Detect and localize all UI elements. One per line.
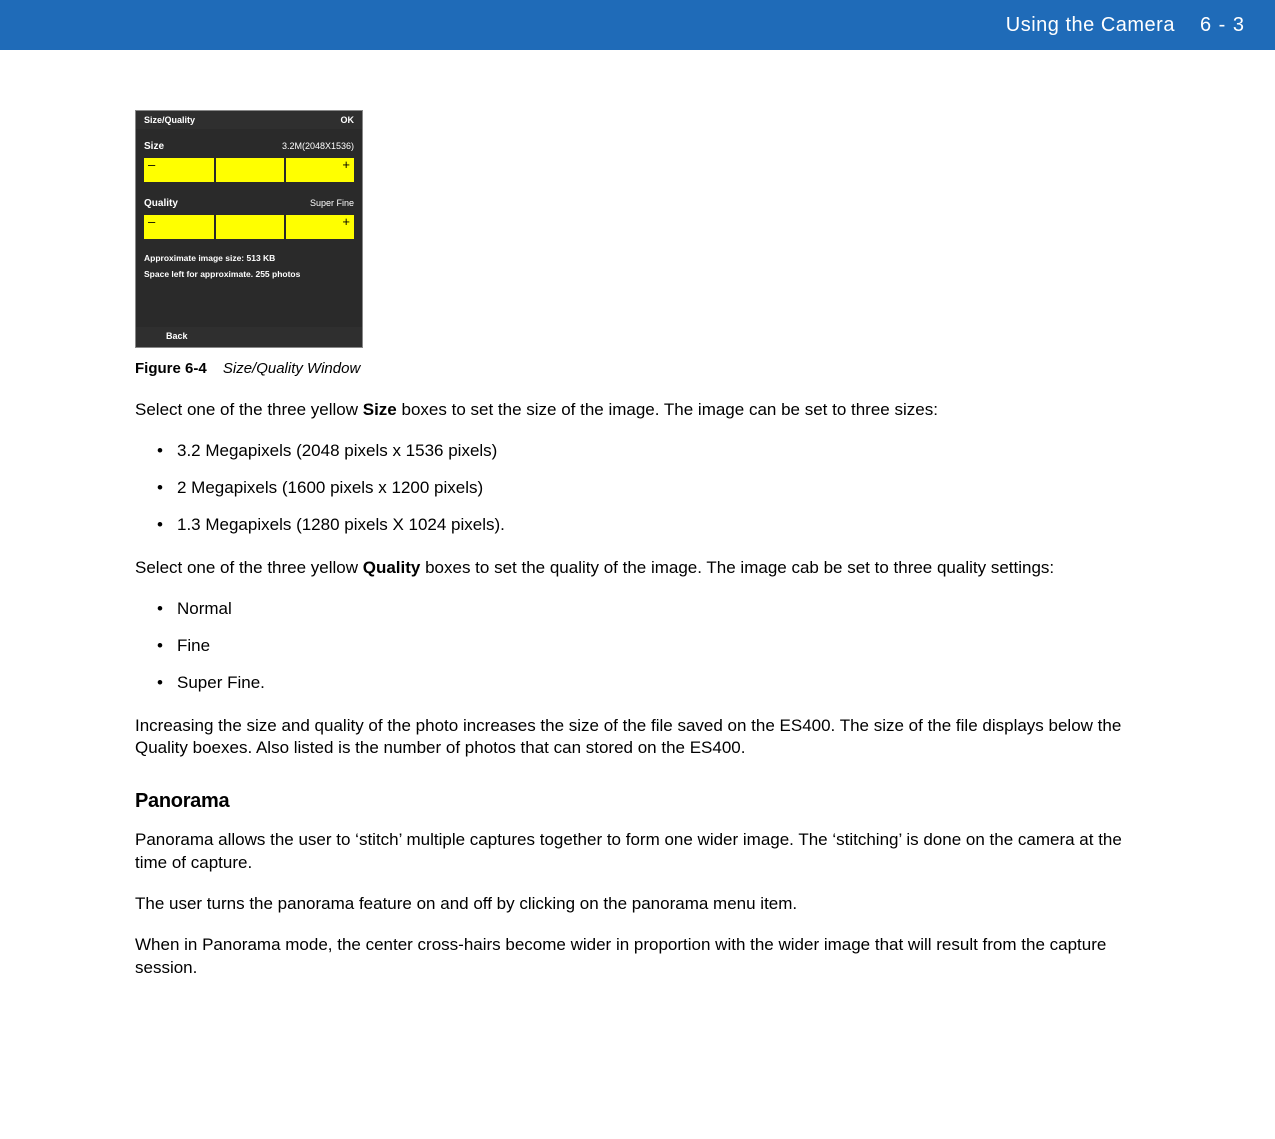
screenshot-body: Size 3.2M(2048X1536) – + Quality Super F… bbox=[136, 129, 362, 327]
screenshot-size-slider-fill: – + bbox=[144, 158, 354, 182]
list-item: 2 Megapixels (1600 pixels x 1200 pixels) bbox=[177, 477, 1135, 500]
figure-label: Figure 6-4 bbox=[135, 360, 207, 377]
figure-title: Size/Quality Window bbox=[223, 360, 360, 377]
list-item: Fine bbox=[177, 635, 1135, 658]
plus-icon: + bbox=[342, 215, 350, 229]
slider-separator bbox=[284, 158, 286, 182]
header-title: Using the Camera bbox=[1006, 14, 1175, 37]
screenshot-ok-button: OK bbox=[341, 115, 355, 125]
text: Select one of the three yellow bbox=[135, 558, 363, 577]
paragraph-panorama-toggle: The user turns the panorama feature on a… bbox=[135, 893, 1135, 916]
text-bold: Size bbox=[363, 400, 397, 419]
list-item: 3.2 Megapixels (2048 pixels x 1536 pixel… bbox=[177, 440, 1135, 463]
screenshot-quality-slider: – + bbox=[144, 215, 354, 239]
screenshot-size-quality-window: Size/Quality OK Size 3.2M(2048X1536) – +… bbox=[135, 110, 363, 348]
screenshot-size-label: Size bbox=[144, 141, 164, 152]
figure-caption: Figure 6-4 Size/Quality Window bbox=[135, 360, 1135, 377]
list-item: Super Fine. bbox=[177, 672, 1135, 695]
text: Select one of the three yellow bbox=[135, 400, 363, 419]
slider-separator bbox=[284, 215, 286, 239]
paragraph-quality-intro: Select one of the three yellow Quality b… bbox=[135, 557, 1135, 580]
paragraph-size-intro: Select one of the three yellow Size boxe… bbox=[135, 399, 1135, 422]
plus-icon: + bbox=[342, 158, 350, 172]
paragraph-panorama-intro: Panorama allows the user to ‘stitch’ mul… bbox=[135, 829, 1135, 875]
screenshot-info-space: Space left for approximate. 255 photos bbox=[144, 265, 354, 281]
minus-icon: – bbox=[148, 215, 155, 229]
screenshot-quality-slider-fill: – + bbox=[144, 215, 354, 239]
screenshot-titlebar: Size/Quality OK bbox=[136, 111, 362, 129]
screenshot-back-button: Back bbox=[136, 327, 362, 347]
screenshot-size-slider: – + bbox=[144, 158, 354, 182]
screenshot-size-row: Size 3.2M(2048X1536) bbox=[144, 135, 354, 156]
screenshot-spacer bbox=[144, 281, 354, 327]
minus-icon: – bbox=[148, 158, 155, 172]
slider-separator bbox=[214, 158, 216, 182]
page-header: Using the Camera 6 - 3 bbox=[0, 0, 1275, 50]
text: boxes to set the size of the image. The … bbox=[397, 400, 938, 419]
content-area: Size/Quality OK Size 3.2M(2048X1536) – +… bbox=[135, 110, 1135, 980]
screenshot-title: Size/Quality bbox=[144, 115, 195, 125]
paragraph-file-size: Increasing the size and quality of the p… bbox=[135, 715, 1135, 761]
screenshot-info-size: Approximate image size: 513 KB bbox=[144, 249, 354, 265]
slider-separator bbox=[214, 215, 216, 239]
screenshot-quality-row: Quality Super Fine bbox=[144, 192, 354, 213]
text: boxes to set the quality of the image. T… bbox=[420, 558, 1054, 577]
header-page-number: 6 - 3 bbox=[1200, 14, 1245, 37]
screenshot-quality-value: Super Fine bbox=[310, 198, 354, 208]
panorama-heading: Panorama bbox=[135, 790, 1135, 813]
quality-list: Normal Fine Super Fine. bbox=[135, 598, 1135, 695]
list-item: Normal bbox=[177, 598, 1135, 621]
size-list: 3.2 Megapixels (2048 pixels x 1536 pixel… bbox=[135, 440, 1135, 537]
list-item: 1.3 Megapixels (1280 pixels X 1024 pixel… bbox=[177, 514, 1135, 537]
text-bold: Quality bbox=[363, 558, 421, 577]
screenshot-quality-label: Quality bbox=[144, 198, 178, 209]
screenshot-size-value: 3.2M(2048X1536) bbox=[282, 141, 354, 151]
paragraph-panorama-crosshairs: When in Panorama mode, the center cross-… bbox=[135, 934, 1135, 980]
